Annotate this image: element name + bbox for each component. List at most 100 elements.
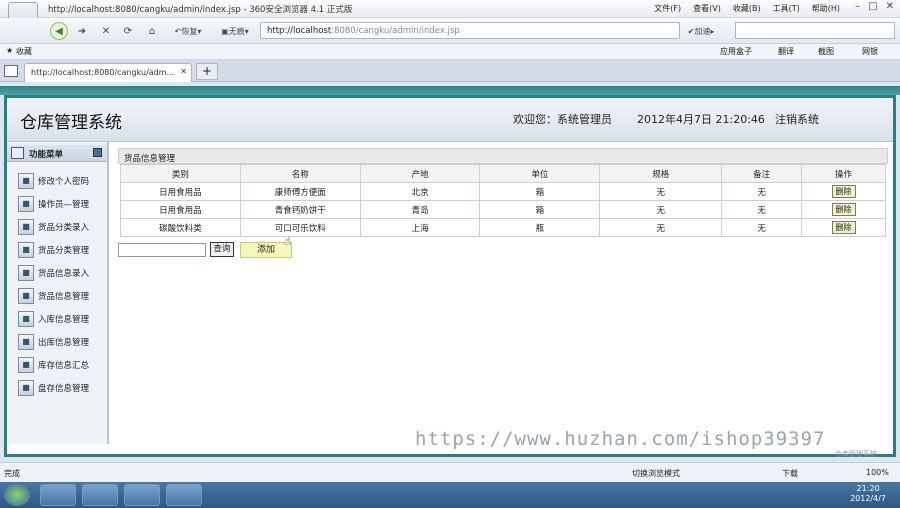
current-datetime: 2012年4月7日 21:20:46 <box>637 113 765 126</box>
app-top-strip <box>0 86 900 95</box>
taskbar-browser-icon[interactable] <box>82 484 118 506</box>
query-button[interactable]: 查询 <box>210 242 234 257</box>
accelerate-button[interactable]: ✔ 加速 ▸ <box>680 22 722 40</box>
sidebar-item-label: 操作员—管理 <box>38 200 90 210</box>
taskbar <box>0 482 900 508</box>
tab-title: http://localhost:8080/cangku/adm... <box>31 68 175 77</box>
sidebar-item-outbound-manage[interactable]: ■ 出库信息管理 <box>18 333 108 351</box>
app-footer-text: 仓库管理系统 <box>835 450 877 458</box>
cell-remark: 无 <box>721 200 803 219</box>
menu-file[interactable]: 文件(F) <box>654 3 681 14</box>
delete-button[interactable]: 删除 <box>831 203 856 216</box>
download-button[interactable]: 下载 <box>782 468 798 479</box>
sidebar-item-category-entry[interactable]: ■ 货品分类录入 <box>18 218 108 236</box>
refresh-icon[interactable]: ⟳ <box>120 22 136 40</box>
user-icon: ■ <box>18 173 34 189</box>
cell-name: 青食钙奶饼干 <box>239 200 361 219</box>
window-title: http://localhost:8080/cangku/admin/index… <box>48 5 353 15</box>
mouse-cursor-icon: ☝ <box>284 234 292 248</box>
sidebar-item-label: 出库信息管理 <box>38 338 90 348</box>
status-text: 完成 <box>4 469 20 478</box>
sidebar-item-stock-summary[interactable]: ■ 库存信息汇总 <box>18 356 108 374</box>
restore-label: 恢复 <box>181 26 198 36</box>
taskbar-app-icon[interactable] <box>124 484 160 506</box>
sidebar-item-goods-entry[interactable]: ■ 货品信息录入 <box>18 264 108 282</box>
browser-title-bar: http://localhost:8080/cangku/admin/index… <box>0 0 900 38</box>
table-row: 碳酸饮料类 可口可乐饮料 上海 瓶 无 无 删除 <box>120 218 886 237</box>
screenshot-link[interactable]: 截图 <box>818 46 834 57</box>
user-icon: ■ <box>18 380 34 396</box>
sidebar-item-change-password[interactable]: ■ 修改个人密码 <box>18 172 108 190</box>
delete-button[interactable]: 删除 <box>831 185 856 198</box>
taskbar-qq-icon[interactable] <box>166 484 202 506</box>
menu-icon <box>11 147 24 159</box>
favorites-bar: ★ 收藏 应用盒子 翻译 截图 网银 <box>0 44 900 60</box>
minimize-icon[interactable]: – <box>855 1 860 12</box>
sidebar-item-label: 盘存信息管理 <box>38 384 90 394</box>
cell-category: 日用食用品 <box>120 200 241 219</box>
delete-button[interactable]: 删除 <box>831 221 856 234</box>
cell-unit: 箱 <box>479 200 601 219</box>
col-remark: 备注 <box>721 164 803 183</box>
tab-admin-index[interactable]: http://localhost:8080/cangku/adm... ✕ <box>24 63 192 82</box>
restore-button[interactable]: ↶ 恢复 ▾ <box>168 22 208 40</box>
search-input[interactable] <box>735 22 895 39</box>
app-box-link[interactable]: 应用盒子 <box>720 46 752 57</box>
sidebar-item-operator-manage[interactable]: ■ 操作员—管理 <box>18 195 108 213</box>
col-action: 操作 <box>801 164 886 183</box>
user-icon: ■ <box>18 288 34 304</box>
favorites-button[interactable]: 收藏 <box>16 46 32 57</box>
forward-icon[interactable]: ➜ <box>72 22 92 40</box>
new-tab-button[interactable]: + <box>196 63 218 80</box>
ebank-link[interactable]: 网银 <box>862 46 878 57</box>
browser-menu: 文件(F) 查看(V) 收藏(B) 工具(T) 帮助(H) <box>654 3 840 14</box>
sidebar-item-label: 库存信息汇总 <box>38 361 90 371</box>
address-bar[interactable]: http://localhost:8080/cangku/admin/index… <box>260 22 680 39</box>
zoom-level[interactable]: 100% <box>866 468 889 477</box>
user-icon: ■ <box>18 357 34 373</box>
query-input[interactable] <box>118 243 206 257</box>
menu-favorites[interactable]: 收藏(B) <box>733 3 761 14</box>
cell-name: 康师傅方便面 <box>239 182 361 201</box>
switch-mode-button[interactable]: 切换浏览模式 <box>632 468 680 479</box>
translate-link[interactable]: 翻译 <box>778 46 794 57</box>
user-icon: ■ <box>18 265 34 281</box>
cell-category: 日用食用品 <box>120 182 241 201</box>
menu-help[interactable]: 帮助(H) <box>812 3 840 14</box>
url-path: :8080/cangku/admin/index.jsp <box>331 26 460 36</box>
cell-remark: 无 <box>721 218 803 237</box>
table-header-row: 类别 名称 产地 单位 规格 备注 操作 <box>120 164 886 183</box>
goods-table: 类别 名称 产地 单位 规格 备注 操作 日用食用品 康师傅方便面 北京 箱 无… <box>120 164 886 237</box>
sidebar-toggle-icon[interactable] <box>4 65 18 77</box>
cell-origin: 上海 <box>359 218 481 237</box>
sidebar-item-category-manage[interactable]: ■ 货品分类管理 <box>18 241 108 259</box>
col-name: 名称 <box>239 164 361 183</box>
collapse-icon[interactable] <box>93 148 102 157</box>
cell-spec: 无 <box>599 218 723 237</box>
no-trace-button[interactable]: ▣ 无痕 ▾ <box>214 22 256 40</box>
col-origin: 产地 <box>359 164 481 183</box>
sidebar-item-goods-manage[interactable]: ■ 货品信息管理 <box>18 287 108 305</box>
sidebar-item-inbound-manage[interactable]: ■ 入库信息管理 <box>18 310 108 328</box>
start-button[interactable] <box>4 484 30 506</box>
menu-tools[interactable]: 工具(T) <box>773 3 800 14</box>
cell-action: 删除 <box>801 182 886 201</box>
cell-action: 删除 <box>801 218 886 237</box>
cell-spec: 无 <box>599 200 723 219</box>
home-icon[interactable]: ⌂ <box>144 22 160 40</box>
col-unit: 单位 <box>479 164 601 183</box>
back-icon[interactable]: ◀ <box>50 22 68 40</box>
cell-unit: 瓶 <box>479 218 601 237</box>
cell-name: 可口可乐饮料 <box>239 218 361 237</box>
maximize-icon[interactable]: □ <box>868 1 877 12</box>
taskbar-ie-icon[interactable] <box>40 484 76 506</box>
close-icon[interactable]: ✕ <box>886 1 894 12</box>
tab-close-icon[interactable]: ✕ <box>180 67 187 76</box>
user-icon: ■ <box>18 242 34 258</box>
menu-view[interactable]: 查看(V) <box>693 3 721 14</box>
watermark: https://www.huzhan.com/ishop39397 <box>415 428 826 450</box>
logout-link[interactable]: 注销系统 <box>775 111 819 127</box>
sidebar-item-inventory-manage[interactable]: ■ 盘存信息管理 <box>18 379 108 397</box>
stop-icon[interactable]: ✕ <box>98 22 114 40</box>
system-clock: 21:20 2012/4/7 <box>850 484 886 504</box>
